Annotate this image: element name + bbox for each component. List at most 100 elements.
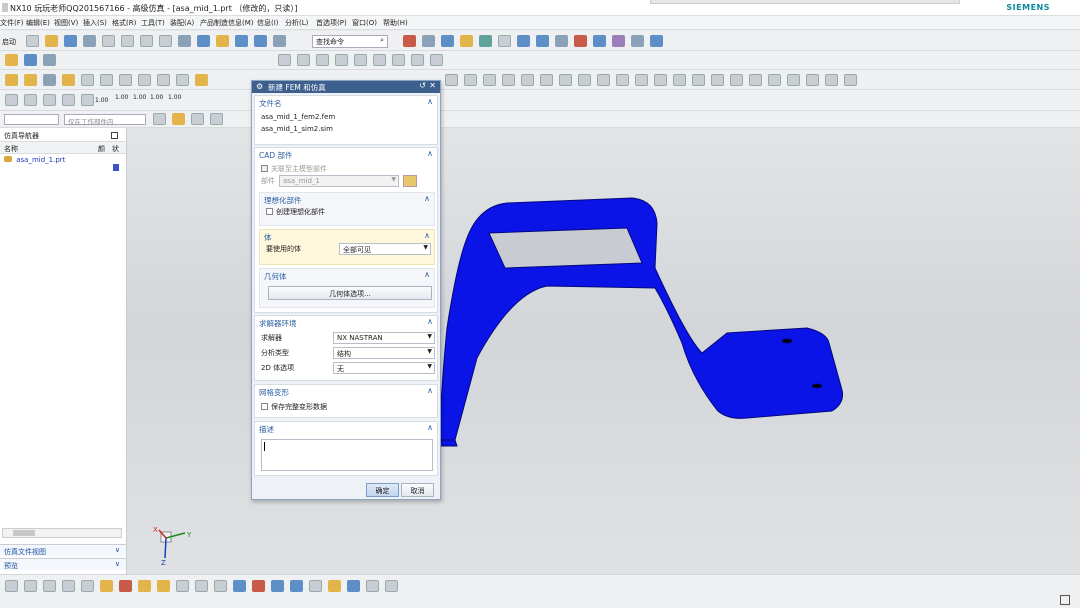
bottom-icon-3[interactable] [43,580,56,592]
table-icon[interactable] [787,74,800,86]
sim-file-view-tab[interactable]: 仿真文件视图 ∨ [0,544,126,556]
menu-analysis[interactable]: 分析(L) [285,18,308,28]
body-2d-select[interactable]: 无 ▼ [333,362,435,374]
mesh-control-icon[interactable] [559,74,572,86]
bottom-icon-21[interactable] [385,580,398,592]
bottom-icon-13[interactable] [233,580,246,592]
node-icon[interactable] [654,74,667,86]
menu-tools[interactable]: 工具(T) [141,18,165,28]
view-cube-icon[interactable] [441,35,454,47]
type-filter-select[interactable] [4,114,59,125]
bottom-icon-15[interactable] [271,580,284,592]
fullscreen-icon[interactable] [1060,595,1070,605]
snap-center-icon[interactable] [210,113,223,125]
new-file-icon[interactable] [25,35,39,47]
mesh-morph-header[interactable]: 网格变形 ∧ [255,385,437,398]
column-status[interactable]: 状 [112,144,119,154]
description-header[interactable]: 描述 ∧ [255,422,437,435]
tolerance-value-4[interactable]: 1.00 [150,94,163,101]
dim-icon-5[interactable] [81,94,94,106]
cad-part-header[interactable]: CAD 部件 ∧ [255,148,437,161]
zoom-icon[interactable] [297,54,310,66]
copy-icon[interactable] [139,35,153,47]
dialog-title-bar[interactable]: ⚙ 新建 FEM 和仿真 ↺ ✕ [252,81,440,93]
body-icon[interactable] [62,74,75,86]
triangle-icon[interactable] [692,74,705,86]
print-icon[interactable] [101,35,115,47]
undo-icon[interactable] [196,35,210,47]
bottom-icon-20[interactable] [366,580,379,592]
physical-icon[interactable] [616,74,629,86]
simulation-icon[interactable] [612,35,625,47]
split-icon[interactable] [81,74,94,86]
menu-info[interactable]: 信息(I) [257,18,279,28]
filter-icon[interactable] [24,54,37,66]
menu-edit[interactable]: 编辑(E) [26,18,50,28]
layer-icon[interactable] [234,35,248,47]
mesh-icon[interactable] [445,74,458,86]
quality-icon[interactable] [673,74,686,86]
snap-end-icon[interactable] [172,113,185,125]
bottom-icon-12[interactable] [214,580,227,592]
tolerance-value-5[interactable]: 1.00 [168,94,181,101]
dim-icon-4[interactable] [62,94,75,106]
edit-text-icon[interactable] [157,74,170,86]
bottom-icon-17[interactable] [309,580,322,592]
solver-select[interactable]: NX NASTRAN ▼ [333,332,435,344]
dimension-icon[interactable] [631,35,644,47]
reset-icon[interactable]: ↺ [419,81,426,90]
grid-icon[interactable] [403,35,416,47]
bottom-icon-6[interactable] [100,580,113,592]
tolerance-value-1[interactable]: 1.00 [95,97,108,104]
file-name-header[interactable]: 文件名 ∧ [255,96,437,109]
bottom-icon-9[interactable] [157,580,170,592]
snap-mid-icon[interactable] [191,113,204,125]
create-idealized-checkbox[interactable]: 创建理想化部件 [260,206,434,218]
save-morph-checkbox[interactable]: 保存完整变形数据 [255,401,437,413]
open-folder-icon[interactable] [403,175,417,187]
menu-assembly[interactable]: 装配(A) [170,18,194,28]
font-icon[interactable] [138,74,151,86]
bottom-icon-19[interactable] [347,580,360,592]
bottom-icon-18[interactable] [328,580,341,592]
command-finder-icon[interactable] [215,35,229,47]
part-select[interactable]: asa_mid_1 ▼ [279,175,399,187]
color-icon[interactable] [195,74,208,86]
arrow-left-icon[interactable] [354,54,367,66]
layer-settings-icon[interactable] [253,35,267,47]
selection-icon[interactable] [5,54,18,66]
menu-insert[interactable]: 插入(S) [83,18,107,28]
column-name[interactable]: 名称 [4,145,18,153]
refresh-icon[interactable] [392,54,405,66]
section-view-icon[interactable] [536,35,549,47]
window-icon[interactable] [749,74,762,86]
search-input[interactable]: 查找命令 ⌕ [312,35,388,48]
tree-row[interactable]: asa_mid_1.prt [0,154,126,171]
orient-icon[interactable] [479,35,492,47]
report-icon[interactable] [768,74,781,86]
mesh-2d-icon[interactable] [483,74,496,86]
preview-tab[interactable]: 预览 ∨ [0,558,126,570]
mesh-check-icon[interactable] [578,74,591,86]
horizontal-scrollbar[interactable] [2,528,122,538]
constraint-icon[interactable] [593,35,606,47]
menu-format[interactable]: 格式(R) [112,18,136,28]
mesh-mate-icon[interactable] [540,74,553,86]
body-header[interactable]: 体 ∧ [260,230,434,243]
bottom-icon-4[interactable] [62,580,75,592]
geometry-header[interactable]: 几何体 ∧ [260,269,434,282]
menu-file[interactable]: 文件(F) [0,18,24,28]
part-icon[interactable] [5,74,18,86]
bottom-icon-7[interactable] [119,580,132,592]
mesh-1d-icon[interactable] [502,74,515,86]
column-color[interactable]: 颜 [98,144,105,154]
pick-icon[interactable] [153,113,166,125]
mesh-3d-icon[interactable] [464,74,477,86]
pan-icon[interactable] [335,54,348,66]
material-icon[interactable] [597,74,610,86]
idealized-header[interactable]: 理想化部件 ∧ [260,193,434,206]
ok-button[interactable]: 确定 [366,483,399,497]
menu-preferences[interactable]: 首选项(P) [316,18,347,28]
scroll-thumb[interactable] [13,530,35,536]
bottom-icon-16[interactable] [290,580,303,592]
